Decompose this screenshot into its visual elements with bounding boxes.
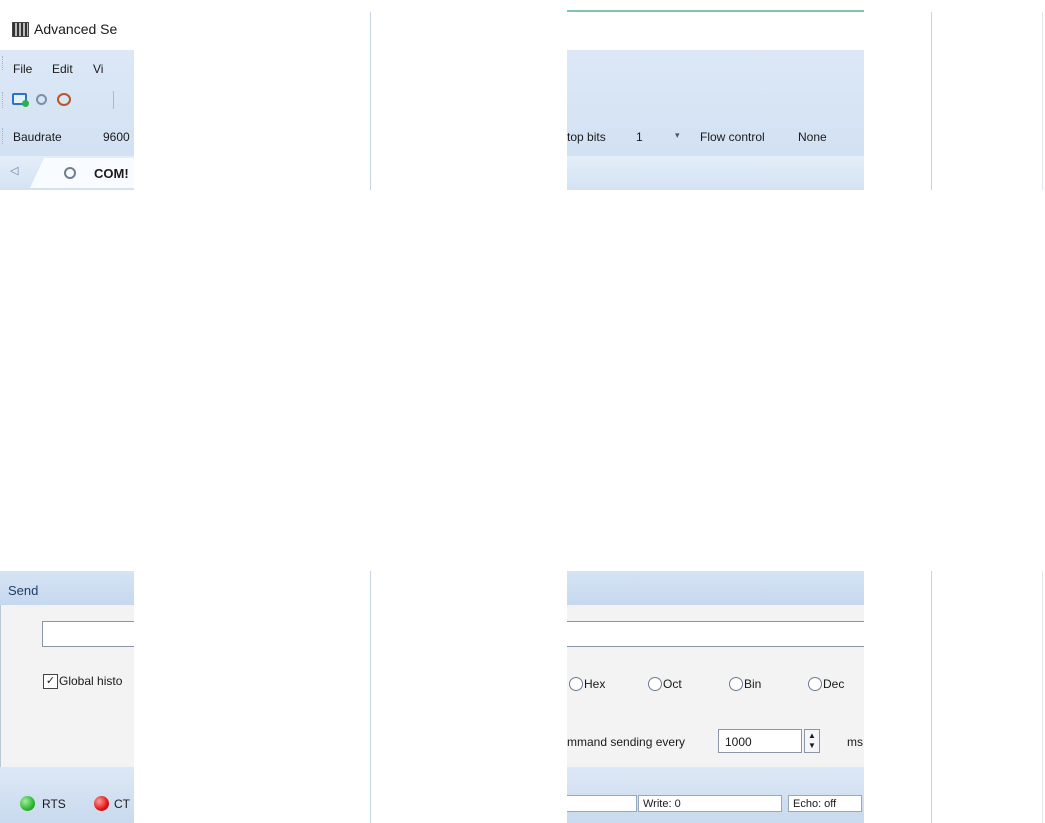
middle-window-strip: top bits 1 ▾ Flow control None Hex Oct B… [567, 0, 864, 823]
settings-grip-icon [2, 128, 6, 144]
repeat-label: mmand sending every [567, 735, 686, 749]
repeat-interval-value: 1000 [725, 735, 752, 749]
menu-view[interactable]: Vi [93, 62, 103, 76]
format-bin-radio[interactable] [729, 677, 743, 691]
stop-bits-label: top bits [567, 130, 606, 144]
left-window-strip: Advanced Se File Edit Vi Baudrate 9600 ◁… [0, 0, 134, 823]
menu-file[interactable]: File [13, 62, 32, 76]
divider-line [931, 12, 932, 190]
flow-control-label: Flow control [700, 130, 765, 144]
rts-label: RTS [42, 797, 66, 811]
spinner-down-icon[interactable]: ▼ [808, 741, 816, 750]
cts-label: CT [114, 797, 130, 811]
send-header-label: Send [8, 583, 39, 598]
global-history-label: Global histo [59, 674, 123, 688]
baudrate-select[interactable]: 9600 [103, 130, 130, 144]
send-header: Send [0, 571, 134, 605]
new-port-icon[interactable] [12, 93, 29, 107]
divider-line [1042, 571, 1043, 823]
global-history-checkbox[interactable]: ✓ [43, 674, 58, 689]
menu-grip-icon [2, 56, 6, 70]
format-bin-label: Bin [744, 677, 762, 691]
divider-line [1042, 12, 1043, 190]
format-dec-radio[interactable] [808, 677, 822, 691]
status-bar-field [567, 795, 637, 812]
send-input[interactable] [42, 621, 134, 647]
format-oct-label: Oct [663, 677, 682, 691]
tab-strip [567, 156, 864, 190]
tab-com-label: COM! [94, 166, 129, 181]
stop-bits-dropdown-icon[interactable]: ▾ [675, 130, 680, 141]
title-bar: Advanced Se [0, 12, 134, 48]
flow-control-select[interactable]: None [798, 130, 827, 144]
send-header [567, 571, 864, 605]
repeat-interval-input[interactable]: 1000 [718, 729, 802, 753]
write-counter: Write: 0 [638, 795, 782, 812]
menu-edit[interactable]: Edit [52, 62, 73, 76]
rts-led-icon [20, 796, 35, 811]
repeat-interval-spinner[interactable]: ▲ ▼ [804, 729, 820, 753]
divider-line [370, 12, 371, 190]
tab-scroll-left-icon[interactable]: ◁ [10, 164, 18, 177]
repeat-unit-label: ms [847, 735, 863, 749]
divider-line [931, 571, 932, 823]
format-dec-label: Dec [823, 677, 845, 691]
app-icon [12, 22, 29, 37]
toolbar-grip-icon [2, 92, 6, 108]
format-hex-radio[interactable] [569, 677, 583, 691]
port-monitor-icon[interactable] [57, 93, 71, 106]
send-input[interactable] [567, 621, 864, 647]
toolbar-separator [113, 91, 114, 109]
status-bar [0, 767, 134, 823]
window-title: Advanced Se [34, 21, 118, 37]
format-oct-radio[interactable] [648, 677, 662, 691]
title-bar-edge [567, 10, 864, 12]
format-hex-label: Hex [584, 677, 606, 691]
spinner-up-icon[interactable]: ▲ [808, 731, 816, 740]
echo-status[interactable]: Echo: off [788, 795, 862, 812]
find-port-icon[interactable] [36, 94, 47, 105]
cts-led-icon [94, 796, 109, 811]
port-tab-icon [64, 167, 76, 179]
divider-line [370, 571, 371, 823]
stop-bits-select[interactable]: 1 [636, 130, 643, 144]
baudrate-label: Baudrate [13, 130, 62, 144]
tab-com[interactable]: COM! [30, 158, 134, 188]
